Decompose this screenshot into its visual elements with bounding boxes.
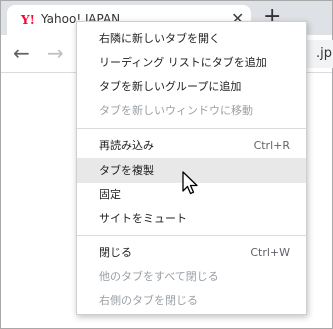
menu-item-new-tab-right[interactable]: 右隣に新しいタブを開く: [77, 26, 306, 51]
menu-item-label: タブを複製: [99, 164, 154, 177]
menu-item-label: サイトをミュート: [99, 212, 187, 225]
address-text: .jp: [316, 46, 332, 61]
menu-item-add-to-new-group[interactable]: タブを新しいグループに追加: [77, 74, 306, 99]
menu-item-label: 再読み込み: [99, 139, 154, 152]
menu-item-label: 右隣に新しいタブを開く: [99, 32, 220, 45]
menu-separator: [77, 128, 306, 129]
menu-item-mute-site[interactable]: サイトをミュート: [77, 206, 306, 231]
menu-item-label: 閉じる: [99, 246, 132, 259]
menu-item-label: リーディング リストにタブを追加: [99, 56, 267, 69]
menu-item-shortcut: Ctrl+W: [250, 246, 290, 259]
forward-arrow-icon[interactable]: →: [47, 41, 64, 65]
back-arrow-icon[interactable]: ←: [13, 41, 30, 65]
tab-context-menu: 右隣に新しいタブを開く リーディング リストにタブを追加 タブを新しいグループに…: [76, 21, 307, 315]
menu-item-close-tabs-right: 右側のタブを閉じる: [77, 288, 306, 313]
menu-item-close[interactable]: 閉じる Ctrl+W: [77, 240, 306, 265]
menu-item-label: 固定: [99, 188, 121, 201]
menu-item-label: タブを新しいウィンドウに移動: [99, 104, 253, 117]
menu-item-add-to-reading-list[interactable]: リーディング リストにタブを追加: [77, 50, 306, 75]
mouse-pointer-icon: [182, 171, 198, 195]
menu-item-move-to-new-window: タブを新しいウィンドウに移動: [77, 98, 306, 123]
menu-item-reload[interactable]: 再読み込み Ctrl+R: [77, 133, 306, 158]
menu-item-label: 他のタブをすべて閉じる: [99, 270, 219, 283]
menu-item-shortcut: Ctrl+R: [253, 139, 290, 152]
menu-separator: [77, 235, 306, 236]
menu-item-close-other-tabs: 他のタブをすべて閉じる: [77, 264, 306, 289]
yahoo-favicon-icon: Y!: [21, 13, 35, 27]
menu-item-label: 右側のタブを閉じる: [99, 294, 198, 307]
menu-item-label: タブを新しいグループに追加: [99, 80, 242, 93]
